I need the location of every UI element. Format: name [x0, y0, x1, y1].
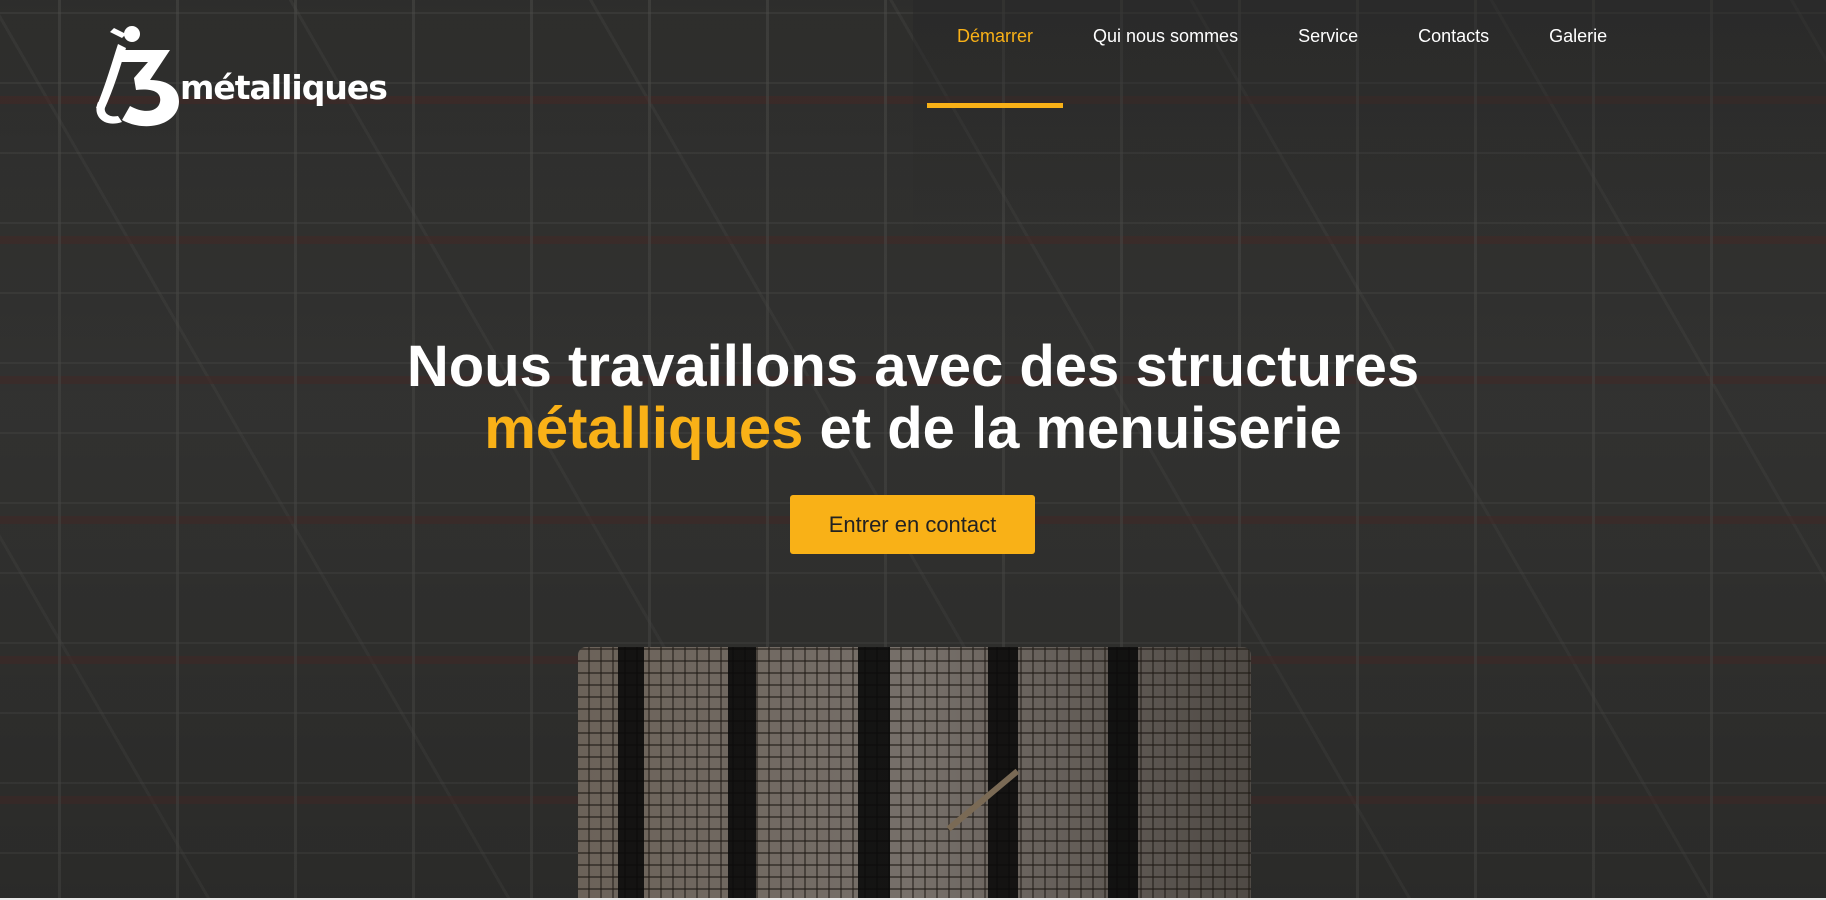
logo-wordmark: métalliques — [180, 68, 388, 107]
main-navigation: Démarrer Qui nous sommes Service Contact… — [927, 0, 1637, 110]
headline-accent: métalliques — [484, 396, 804, 461]
nav-item-galerie[interactable]: Galerie — [1519, 0, 1637, 108]
nav-item-label: Démarrer — [957, 25, 1034, 46]
site-logo[interactable]: métalliques — [92, 22, 388, 132]
nav-item-label: Qui nous sommes — [1093, 25, 1239, 46]
contact-cta-button[interactable]: Entrer en contact — [790, 495, 1035, 554]
worker-logo-icon — [96, 26, 179, 127]
rebar-mesh-image — [578, 647, 1251, 900]
nav-item-qui-nous-sommes[interactable]: Qui nous sommes — [1063, 0, 1268, 108]
hero-headline: Nous travaillons avec des structures mét… — [0, 336, 1826, 460]
headline-line-2: et de la menuiserie — [803, 396, 1342, 461]
headline-line-1: Nous travaillons avec des structures — [406, 334, 1420, 399]
nav-item-label: Galerie — [1549, 25, 1608, 46]
nav-item-demarrer[interactable]: Démarrer — [927, 0, 1064, 108]
nav-item-label: Service — [1298, 25, 1359, 46]
nav-item-label: Contacts — [1418, 25, 1490, 46]
hero-section: métalliques Démarrer Qui nous sommes Ser… — [0, 0, 1826, 900]
nav-item-service[interactable]: Service — [1268, 0, 1388, 108]
nav-item-contacts[interactable]: Contacts — [1388, 0, 1519, 108]
